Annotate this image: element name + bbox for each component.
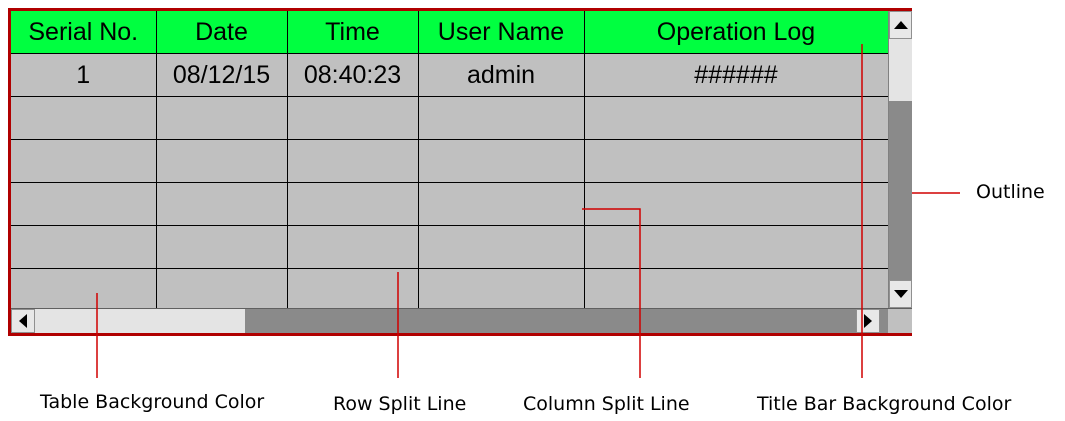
cell-user-name — [417, 139, 585, 183]
cell-user-name — [417, 182, 585, 226]
cell-user-name: admin — [417, 53, 585, 97]
cell-date — [155, 182, 288, 226]
cell-serial-no — [11, 182, 157, 226]
outline-label: Outline — [976, 181, 1045, 203]
column-split-line-label: Column Split Line — [523, 393, 690, 415]
cell-date — [155, 225, 288, 269]
header-serial-no[interactable]: Serial No. — [11, 11, 157, 54]
scroll-up-button[interactable] — [889, 11, 912, 39]
table-row[interactable] — [11, 225, 888, 269]
cell-operation-log — [583, 182, 888, 226]
scroll-right-button[interactable] — [856, 309, 880, 333]
horizontal-scrollbar[interactable] — [11, 308, 888, 333]
triangle-up-icon — [893, 21, 908, 29]
header-operation-log[interactable]: Operation Log — [583, 11, 888, 54]
cell-serial-no — [11, 96, 157, 140]
table-row[interactable] — [11, 139, 888, 183]
scrollbar-corner — [888, 308, 912, 333]
scroll-down-button[interactable] — [889, 280, 912, 308]
header-time[interactable]: Time — [286, 11, 419, 54]
cell-date — [155, 139, 288, 183]
scroll-left-button[interactable] — [11, 309, 35, 333]
table-background-color-label: Table Background Color — [40, 391, 265, 413]
cell-user-name — [417, 268, 585, 308]
cell-serial-no: 1 — [11, 53, 157, 97]
cell-serial-no — [11, 268, 157, 308]
operation-log-table-widget: Serial No. Date Time User Name Operation… — [8, 8, 912, 336]
table-row[interactable] — [11, 268, 888, 308]
header-user-name[interactable]: User Name — [417, 11, 585, 54]
triangle-left-icon — [19, 314, 27, 328]
table-row[interactable]: 1 08/12/15 08:40:23 admin ###### — [11, 53, 888, 97]
cell-time — [286, 225, 419, 269]
horizontal-scroll-thumb[interactable] — [35, 309, 245, 333]
title-bar-background-color-label: Title Bar Background Color — [757, 393, 1012, 415]
cell-time — [286, 182, 419, 226]
cell-time: 08:40:23 — [286, 53, 419, 97]
title-bar: Serial No. Date Time User Name Operation… — [11, 11, 888, 54]
cell-time — [286, 96, 419, 140]
table-row[interactable] — [11, 96, 888, 140]
vertical-scrollbar[interactable] — [888, 11, 912, 308]
table-grid: Serial No. Date Time User Name Operation… — [11, 11, 888, 308]
cell-time — [286, 268, 419, 308]
cell-serial-no — [11, 139, 157, 183]
cell-operation-log — [583, 96, 888, 140]
cell-date — [155, 268, 288, 308]
table-row[interactable] — [11, 182, 888, 226]
cell-user-name — [417, 225, 585, 269]
cell-operation-log: ###### — [583, 53, 888, 97]
cell-date — [155, 96, 288, 140]
header-date[interactable]: Date — [155, 11, 288, 54]
triangle-down-icon — [893, 290, 908, 298]
cell-user-name — [417, 96, 585, 140]
cell-serial-no — [11, 225, 157, 269]
vertical-scroll-track[interactable] — [889, 101, 912, 280]
operation-log-table: Serial No. Date Time User Name Operation… — [11, 11, 888, 308]
vertical-scroll-thumb[interactable] — [889, 39, 912, 101]
cell-operation-log — [583, 225, 888, 269]
cell-operation-log — [583, 139, 888, 183]
row-split-line-label: Row Split Line — [333, 393, 467, 415]
cell-operation-log — [583, 268, 888, 308]
triangle-right-icon — [864, 314, 872, 328]
cell-time — [286, 139, 419, 183]
cell-date: 08/12/15 — [155, 53, 288, 97]
